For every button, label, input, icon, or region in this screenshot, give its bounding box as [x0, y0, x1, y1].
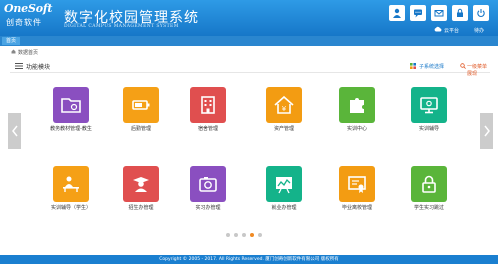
lock-icon	[457, 8, 463, 17]
camera-icon	[199, 177, 217, 192]
puzzle-icon	[350, 98, 364, 113]
chevron-left-icon	[11, 125, 18, 137]
tile-employment-office[interactable]: 就业办管理	[254, 166, 314, 216]
tile-label: 实训辅导	[418, 126, 439, 132]
pager	[226, 233, 276, 239]
search-icon	[460, 63, 466, 69]
tile-icon-bg	[190, 166, 226, 202]
tile-label: 教务教材管理-教生	[50, 126, 92, 132]
pager-dot[interactable]	[242, 233, 246, 237]
tile-label: 招生办管理	[128, 205, 154, 211]
grid-icon	[410, 63, 416, 69]
pager-dot[interactable]	[234, 233, 238, 237]
prev-page-button[interactable]	[8, 113, 21, 149]
footer-copyright: Copyright © 2005 - 2017. All Rights Rese…	[0, 255, 498, 264]
menu-icon	[15, 63, 23, 69]
tile-label: 就业办管理	[271, 205, 297, 211]
tasks-link[interactable]: 待办	[474, 27, 484, 34]
tile-label: 毕业离校管理	[341, 205, 372, 211]
tile-graduation[interactable]: 毕业离校管理	[327, 166, 387, 216]
mail-button[interactable]	[431, 5, 447, 21]
tile-icon-bg: ¥	[266, 87, 302, 123]
mail-icon	[434, 10, 444, 17]
tile-label: 后勤管理	[130, 126, 151, 132]
tile-label: 实训辅导（学生）	[50, 205, 91, 211]
first-level-menu-link[interactable]: 一级菜单展现	[467, 63, 490, 77]
tile-label: 实习办管理	[195, 205, 221, 211]
chat-icon	[414, 9, 422, 18]
logo-subtext: 创奇软件	[6, 18, 42, 27]
chevron-right-icon	[483, 125, 490, 137]
logo[interactable]: OneSoft 创奇软件	[2, 2, 60, 32]
app-subtitle: DIGITAL CAMPUS MANAGEMENT SYSTEM	[64, 24, 179, 29]
tile-icon-bg	[123, 166, 159, 202]
yen-house-icon: ¥	[274, 95, 294, 114]
power-button[interactable]	[473, 5, 489, 21]
tile-icon-bg	[123, 87, 159, 123]
tile-icon-bg	[411, 87, 447, 123]
tile-label: 实训中心	[346, 126, 367, 132]
svg-text:¥: ¥	[282, 105, 287, 113]
certificate-icon	[348, 176, 366, 193]
graduate-icon	[133, 177, 149, 192]
pager-dot-active[interactable]	[250, 233, 254, 237]
next-page-button[interactable]	[480, 113, 493, 149]
student-desk-icon	[63, 176, 79, 192]
tile-student-internship[interactable]: 学生实习跳过	[399, 166, 459, 216]
tile-label: 资产管理	[273, 126, 294, 132]
tab-bar: 首页	[0, 36, 498, 46]
tile-label: 宿舍管理	[197, 126, 218, 132]
user-button[interactable]	[389, 5, 405, 21]
folder-icon	[61, 98, 81, 113]
tab-home[interactable]: 首页	[2, 37, 21, 45]
chat-button[interactable]	[410, 5, 426, 21]
breadcrumb: 数据首页	[18, 50, 39, 56]
tile-assets[interactable]: ¥ 资产管理	[254, 87, 314, 137]
power-icon	[477, 9, 485, 17]
cloud-platform-link[interactable]: 云平台	[444, 27, 459, 34]
tile-dormitory[interactable]: 宿舍管理	[178, 87, 238, 137]
home-icon	[11, 49, 16, 54]
section-header: 功能模块 子系统选择 一级菜单展现	[10, 59, 490, 77]
tile-label: 学生实习跳过	[413, 205, 444, 211]
tile-logistics[interactable]: 后勤管理	[111, 87, 171, 137]
pager-dot[interactable]	[226, 233, 230, 237]
tile-icon-bg	[266, 166, 302, 202]
tile-icon-bg	[53, 87, 89, 123]
user-icon	[393, 8, 401, 18]
tile-icon-bg	[339, 87, 375, 123]
tile-internship-office[interactable]: 实习办管理	[178, 166, 238, 216]
tile-training-tutoring[interactable]: 实训辅导	[399, 87, 459, 137]
pager-dot[interactable]	[258, 233, 262, 237]
system-select-link[interactable]: 子系统选择	[419, 63, 444, 70]
monitor-icon	[420, 97, 438, 114]
battery-icon	[132, 100, 150, 110]
tile-training-center[interactable]: 实训中心	[327, 87, 387, 137]
tile-icon-bg	[411, 166, 447, 202]
tile-training-tutoring-student[interactable]: 实训辅导（学生）	[41, 166, 101, 216]
logo-text: OneSoft	[4, 2, 53, 15]
tile-icon-bg	[190, 87, 226, 123]
cloud-icon	[434, 26, 442, 32]
tile-icon-bg	[339, 166, 375, 202]
tile-admissions[interactable]: 招生办管理	[111, 166, 171, 216]
top-header: OneSoft 创奇软件 数字化校园管理系统 DIGITAL CAMPUS MA…	[0, 0, 498, 36]
tile-teaching-materials[interactable]: 教务教材管理-教生	[41, 87, 101, 137]
chart-board-icon	[276, 177, 292, 194]
building-icon	[201, 96, 215, 114]
tile-icon-bg	[53, 166, 89, 202]
section-title: 功能模块	[26, 64, 51, 71]
padlock-icon	[422, 175, 436, 193]
lock-button[interactable]	[452, 5, 468, 21]
